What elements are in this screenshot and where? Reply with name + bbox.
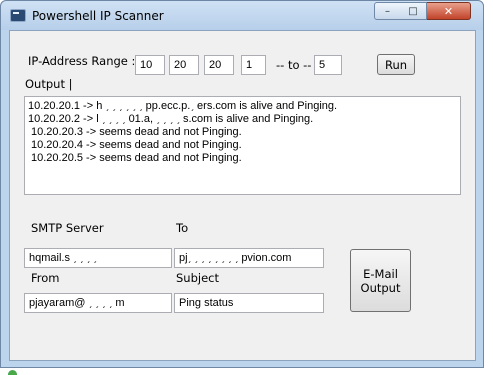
smtp-server-input[interactable]: hqmail.s ˏ ˏ ˏ ˏ (24, 248, 172, 268)
run-button[interactable]: Run (377, 54, 415, 75)
app-window: Powershell IP Scanner – □ ✕ IP-Address R… (0, 0, 484, 368)
minimize-button[interactable]: – (374, 2, 401, 20)
octet1-input[interactable]: 10 (135, 55, 165, 75)
output-line: 10.20.20.3 -> seems dead and not Pinging… (31, 126, 242, 138)
taskbar-strip (0, 369, 493, 375)
window-title: Powershell IP Scanner (32, 9, 164, 23)
octet2-input[interactable]: 20 (169, 55, 199, 75)
output-textbox[interactable]: 10.20.20.1 -> h ˏ ˏ ˏ ˏ ˏ ˏ pp.ecc.p.ˏ e… (24, 96, 461, 195)
output-line: 10.20.20.5 -> seems dead and not Pinging… (31, 152, 242, 164)
subject-input[interactable]: Ping status (174, 293, 324, 313)
range-separator-label: -- to -- (276, 58, 312, 72)
from-label: From (31, 271, 60, 285)
to-input[interactable]: pjˏ ˏ ˏ ˏ ˏ ˏ ˏ ˏ pvion.com (174, 248, 324, 268)
subject-label: Subject (176, 271, 219, 285)
range-end-input[interactable]: 5 (314, 55, 342, 75)
output-label: Output | (25, 77, 73, 91)
output-line: 10.20.20.1 -> h ˏ ˏ ˏ ˏ ˏ ˏ pp.ecc.p.ˏ e… (28, 100, 338, 112)
range-start-input[interactable]: 1 (241, 55, 266, 75)
smtp-server-label: SMTP Server (31, 221, 104, 235)
form-client-area: IP-Address Range : 10 20 20 1 -- to -- 5… (9, 30, 476, 361)
close-button[interactable]: ✕ (427, 2, 471, 20)
powershell-app-icon (10, 9, 26, 22)
output-line: 10.20.20.2 -> l ˏ ˏ ˏ ˏ 01.a, ˏ ˏ ˏ ˏ s.… (28, 113, 314, 125)
email-output-button[interactable]: E-Mail Output (350, 249, 411, 312)
to-label: To (176, 221, 189, 235)
taskbar-app-icon (8, 370, 17, 375)
from-input[interactable]: pjayaram@ ˏ ˏ ˏ ˏ m (24, 293, 172, 313)
octet3-input[interactable]: 20 (204, 55, 234, 75)
maximize-button[interactable]: □ (400, 2, 427, 20)
ip-range-label: IP-Address Range : (28, 54, 136, 68)
output-line: 10.20.20.4 -> seems dead and not Pinging… (31, 139, 242, 151)
